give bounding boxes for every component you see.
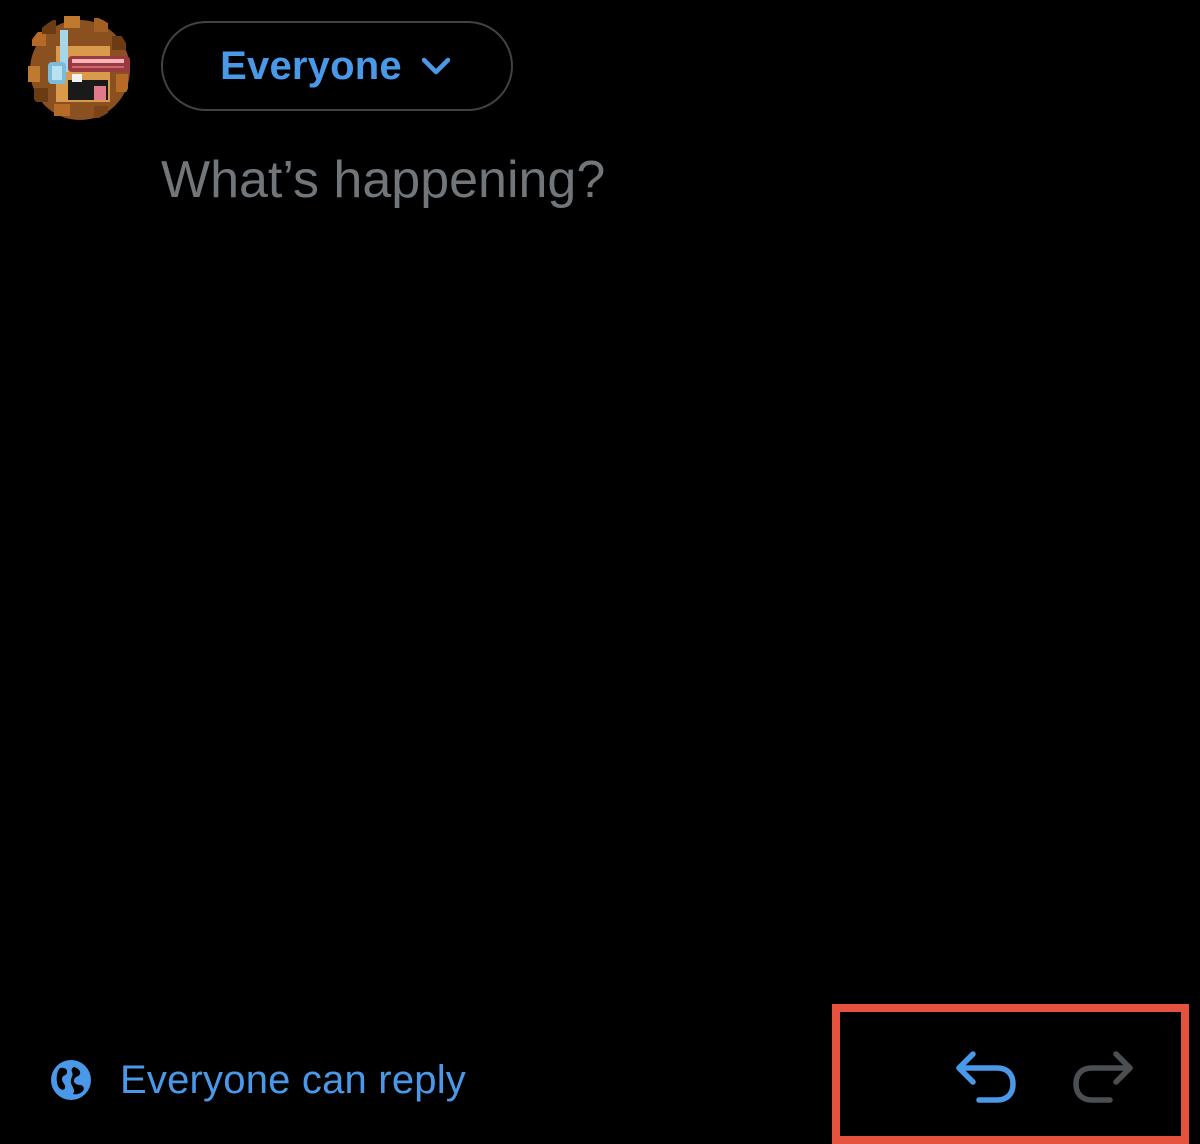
reply-setting-button[interactable]: Everyone can reply xyxy=(50,1054,466,1106)
audience-selector-button[interactable]: Everyone xyxy=(161,21,513,111)
redo-button[interactable] xyxy=(1070,1046,1138,1108)
redo-icon xyxy=(1073,1051,1133,1103)
reply-setting-label: Everyone can reply xyxy=(120,1057,467,1102)
audience-selector-label: Everyone xyxy=(220,43,402,88)
undo-icon xyxy=(956,1051,1016,1103)
chevron-down-icon xyxy=(421,57,451,75)
compose-text-input[interactable] xyxy=(161,140,1141,960)
avatar-image xyxy=(24,14,132,122)
compose-panel: Everyone Everyone can reply xyxy=(0,0,1200,1144)
undo-button[interactable] xyxy=(951,1046,1019,1108)
globe-icon xyxy=(51,1060,91,1100)
avatar[interactable] xyxy=(24,14,132,122)
